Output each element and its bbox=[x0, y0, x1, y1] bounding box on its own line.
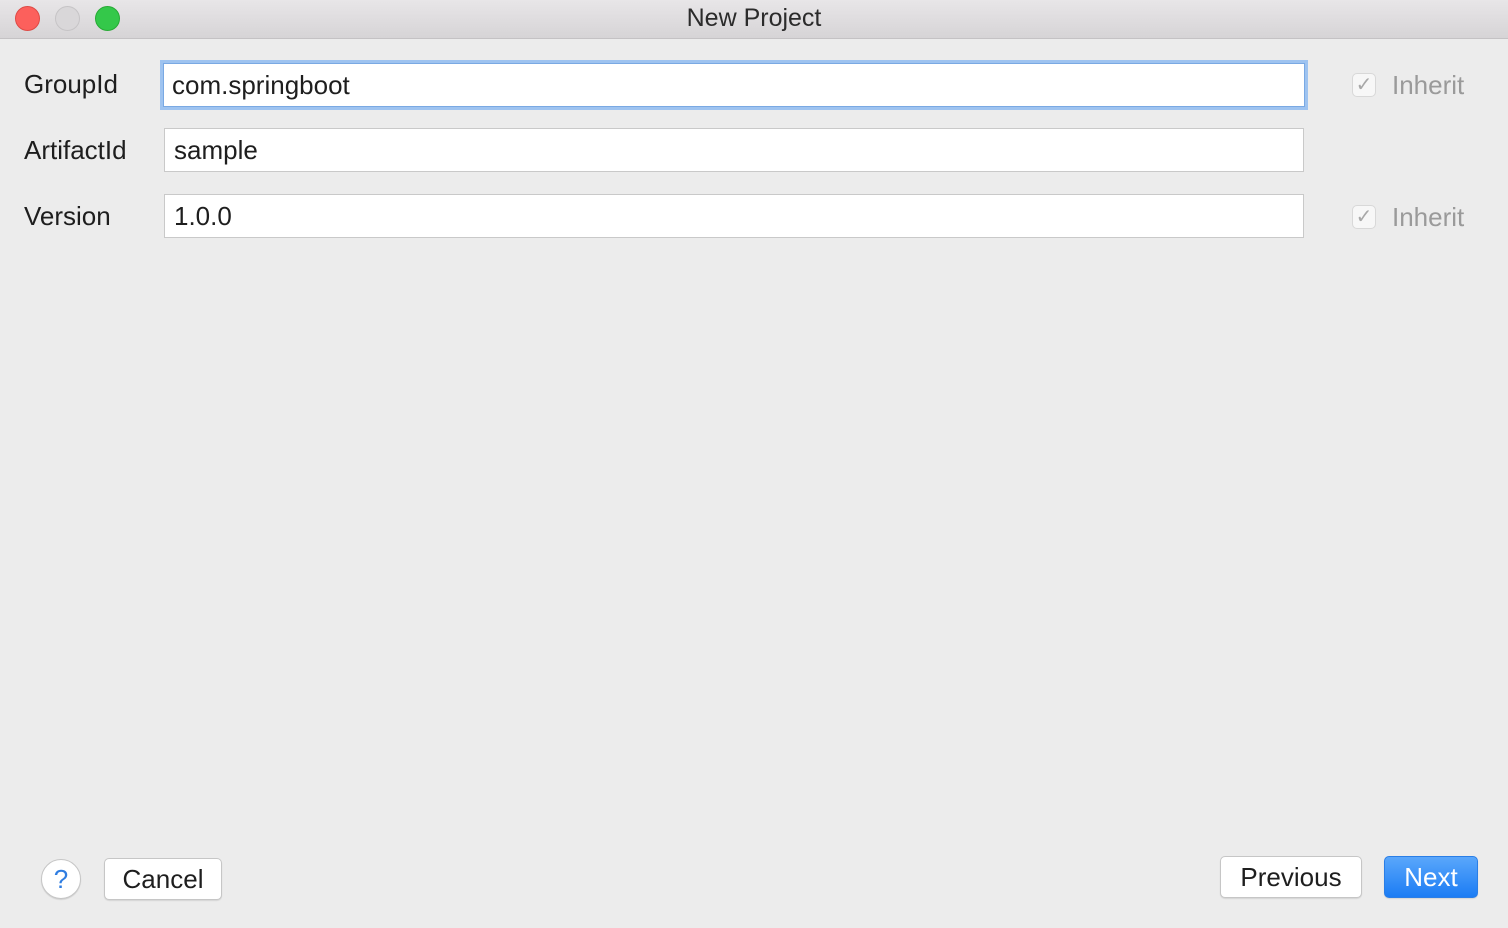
group-id-label: GroupId bbox=[24, 69, 118, 99]
next-button[interactable]: Next bbox=[1384, 856, 1478, 898]
group-id-inherit[interactable]: ✓ Inherit bbox=[1352, 69, 1464, 101]
artifact-id-label: ArtifactId bbox=[24, 135, 127, 165]
version-inherit-label: Inherit bbox=[1392, 201, 1465, 232]
artifact-id-input[interactable] bbox=[164, 128, 1304, 172]
checkmark-icon: ✓ bbox=[1355, 74, 1373, 96]
version-label: Version bbox=[24, 201, 111, 231]
previous-button[interactable]: Previous bbox=[1220, 856, 1362, 898]
checkmark-icon: ✓ bbox=[1355, 206, 1373, 228]
version-input[interactable] bbox=[164, 194, 1304, 238]
group-id-inherit-label: Inherit bbox=[1392, 69, 1465, 100]
version-inherit-checkbox[interactable]: ✓ bbox=[1352, 205, 1376, 229]
help-button[interactable]: ? bbox=[41, 859, 81, 899]
version-inherit[interactable]: ✓ Inherit bbox=[1352, 201, 1464, 233]
group-id-input[interactable] bbox=[160, 60, 1308, 110]
new-project-window: New Project GroupId ✓ Inherit ArtifactId… bbox=[0, 0, 1508, 928]
group-id-inherit-checkbox[interactable]: ✓ bbox=[1352, 73, 1376, 97]
title-bar[interactable]: New Project bbox=[0, 0, 1508, 39]
cancel-button[interactable]: Cancel bbox=[104, 858, 222, 900]
window-title: New Project bbox=[686, 4, 822, 32]
question-mark-icon: ? bbox=[53, 863, 69, 894]
